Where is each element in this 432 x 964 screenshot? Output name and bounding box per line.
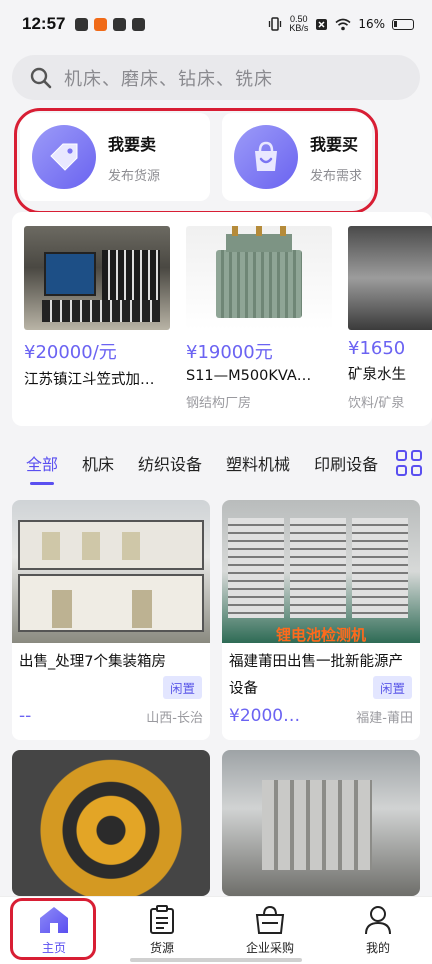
listing-card[interactable]: 锂电池检测机 福建莆田出售一批新能源产设备 闲置 ¥2000… 福建-莆田 xyxy=(222,500,420,740)
product-image xyxy=(348,226,432,330)
listing-image xyxy=(222,750,420,896)
net-speed-unit: KB/s xyxy=(289,23,309,33)
listing-card[interactable] xyxy=(222,750,420,896)
listing-location: 福建-莆田 xyxy=(356,710,413,726)
featured-strip[interactable]: ¥20000/元 江苏镇江斗笠式加… ¥19000元 S11—M500KVA… … xyxy=(12,212,432,426)
listing-price: ¥2000… xyxy=(229,706,301,726)
product-image xyxy=(24,226,170,330)
idle-tag: 闲置 xyxy=(162,676,202,699)
document-icon xyxy=(150,905,174,934)
featured-item[interactable]: ¥20000/元 江苏镇江斗笠式加… xyxy=(24,226,170,389)
net-speed: 0.50 KB/s xyxy=(289,15,308,33)
category-tabs: 全部 机床 纺织设备 塑料机械 印刷设备 xyxy=(0,440,432,486)
featured-price: ¥20000/元 xyxy=(24,342,117,363)
featured-price: ¥19000元 xyxy=(186,342,273,363)
app-notification-icon xyxy=(132,17,146,31)
vibrate-icon xyxy=(269,17,282,31)
image-caption: 锂电池检测机 xyxy=(275,626,366,644)
listing-image xyxy=(12,500,210,643)
nav-enterprise-purchase-label: 企业采购 xyxy=(245,941,294,955)
listing-price: -- xyxy=(19,706,32,726)
search-icon xyxy=(30,67,52,88)
highlight-annotation xyxy=(10,898,96,960)
notification-icons xyxy=(75,17,146,31)
nav-enterprise-purchase[interactable]: 企业采购 xyxy=(216,897,324,964)
tab-plastic-machinery[interactable]: 塑料机械 xyxy=(226,451,290,475)
featured-price: ¥1650 xyxy=(348,338,406,359)
wifi-icon xyxy=(335,18,351,30)
mail-notification-icon xyxy=(113,17,127,31)
tab-textile-equipment[interactable]: 纺织设备 xyxy=(138,451,202,475)
highlight-annotation xyxy=(14,108,378,214)
battery-icon xyxy=(392,18,414,30)
tab-machine-tools[interactable]: 机床 xyxy=(82,451,114,475)
gesture-bar[interactable] xyxy=(130,958,302,962)
listing-image xyxy=(12,750,210,896)
listing-location: 山西-长治 xyxy=(146,710,203,726)
tab-list: 全部 机床 纺织设备 塑料机械 印刷设备 xyxy=(0,451,402,485)
tab-printing-equipment[interactable]: 印刷设备 xyxy=(314,451,378,475)
category-grid-icon[interactable] xyxy=(396,450,422,476)
featured-name: 矿泉水生 xyxy=(348,367,406,383)
featured-item[interactable]: ¥1650 矿泉水生 饮料/矿泉 xyxy=(348,226,432,411)
search-placeholder: 机床、磨床、钻床、铣床 xyxy=(64,68,273,90)
product-image xyxy=(186,226,332,330)
app-notification-icon xyxy=(75,17,89,31)
listing-card[interactable] xyxy=(12,750,210,896)
featured-item[interactable]: ¥19000元 S11—M500KVA… 钢结构厂房 xyxy=(186,226,332,411)
nav-profile[interactable]: 我的 xyxy=(324,897,432,964)
listing-footer: -- 山西-长治 xyxy=(19,706,203,726)
listing-footer: ¥2000… 福建-莆田 xyxy=(229,706,413,726)
nav-profile-label: 我的 xyxy=(365,941,390,955)
search-bar[interactable]: 机床、磨床、钻床、铣床 xyxy=(12,55,420,100)
status-right: 0.50 KB/s 16% xyxy=(268,15,414,33)
nav-supply[interactable]: 货源 xyxy=(108,897,216,964)
nav-supply-label: 货源 xyxy=(149,941,174,955)
featured-category: 钢结构厂房 xyxy=(186,396,252,411)
listing-card[interactable]: 出售_处理7个集装箱房 闲置 -- 山西-长治 xyxy=(12,500,210,740)
shopping-bag-icon xyxy=(255,905,285,934)
status-bar: 12:57 0.50 KB/s 16% xyxy=(0,0,432,48)
user-icon xyxy=(365,906,391,935)
tab-all[interactable]: 全部 xyxy=(26,451,58,485)
sim-icon xyxy=(316,18,328,30)
battery-percent: 16% xyxy=(358,17,385,31)
idle-tag: 闲置 xyxy=(372,676,412,699)
app-notification-icon xyxy=(94,17,108,31)
status-time: 12:57 xyxy=(22,14,66,33)
featured-category: 饮料/矿泉 xyxy=(348,396,405,411)
listing-image: 锂电池检测机 xyxy=(222,500,420,644)
featured-name: 江苏镇江斗笠式加… xyxy=(24,372,155,388)
featured-name: S11—M500KVA… xyxy=(186,368,312,384)
app-screen: 12:57 0.50KB/s 16% 机床、磨床、钻床、铣床 我要卖 发布货源 xyxy=(0,0,432,964)
